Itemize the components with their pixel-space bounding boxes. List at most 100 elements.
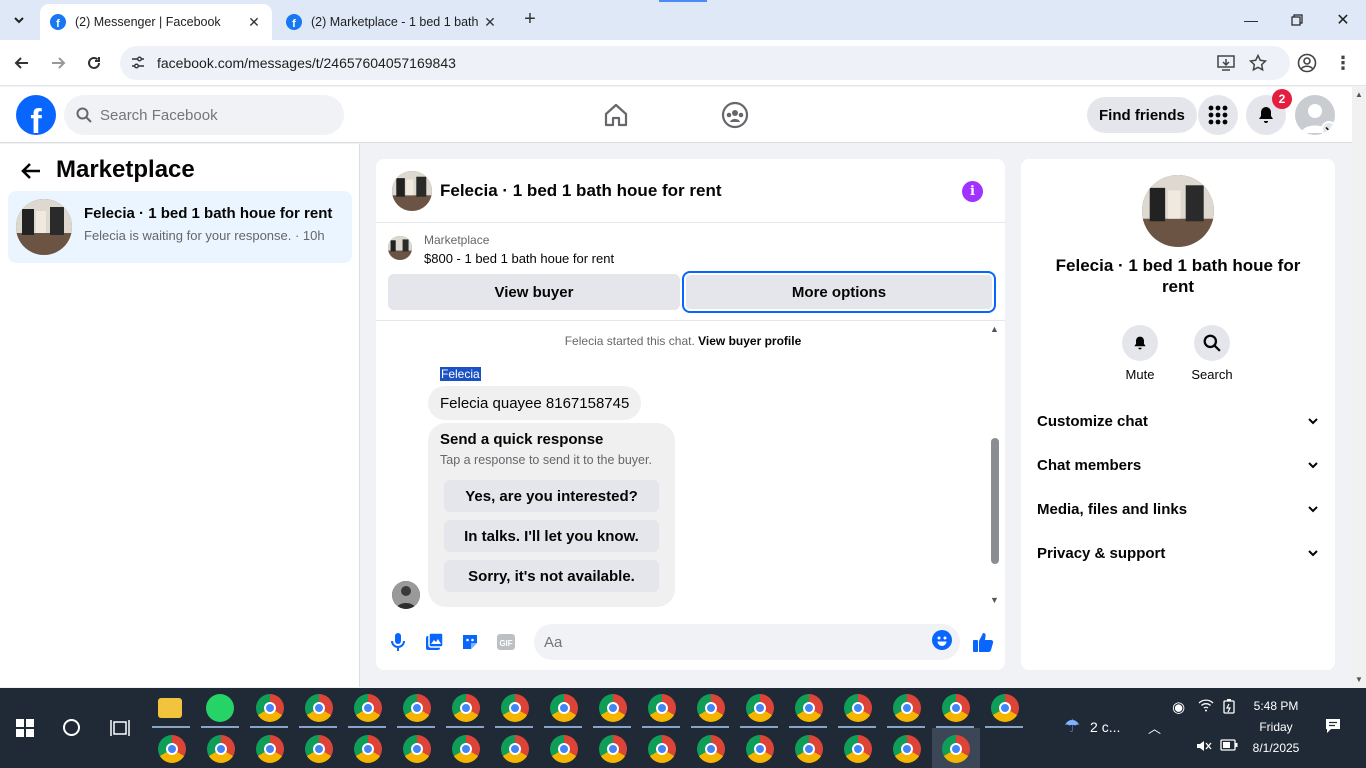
mute-action[interactable]: Mute [1110,325,1170,382]
sender-avatar[interactable] [392,581,420,609]
emoji-icon[interactable] [932,630,952,650]
chrome-icon[interactable] [403,735,431,763]
clock-day[interactable]: Friday [1240,720,1312,734]
new-tab-button[interactable]: + [518,8,542,32]
menu-grid-button[interactable] [1198,95,1238,135]
chat-thumbnail[interactable] [392,171,432,211]
chrome-icon[interactable] [452,694,480,722]
facebook-logo-icon[interactable]: f [16,95,56,135]
close-window-button[interactable]: ✕ [1320,0,1366,40]
photo-attach-icon[interactable] [422,630,446,654]
conversation-item[interactable]: Felecia · 1 bed 1 bath houe for rent Fel… [8,191,352,263]
chrome-icon[interactable] [697,735,725,763]
chrome-icon[interactable] [207,735,235,763]
message-input-box[interactable] [534,624,960,660]
view-buyer-profile-link[interactable]: View buyer profile [698,334,801,348]
chrome-icon[interactable] [599,694,627,722]
chat-scrollbar[interactable]: ▲ ▼ [988,322,1002,607]
scroll-up-icon[interactable]: ▲ [1355,90,1363,99]
chrome-icon[interactable] [893,694,921,722]
minimize-button[interactable]: — [1228,0,1274,40]
facebook-search[interactable] [64,95,344,135]
message-input[interactable] [544,633,904,651]
scroll-down-icon[interactable]: ▼ [990,595,999,605]
chrome-icon[interactable] [893,735,921,763]
close-tab-icon[interactable]: ✕ [246,14,262,31]
account-avatar[interactable] [1295,95,1335,135]
thumbs-up-icon[interactable] [971,630,995,654]
browser-menu-icon[interactable]: ⋮ [1333,53,1353,73]
scroll-down-icon[interactable]: ▼ [1355,675,1363,684]
battery-charging-icon[interactable] [1222,698,1236,717]
site-settings-icon[interactable] [130,55,146,71]
gif-icon[interactable]: GIF [494,630,518,654]
address-bar[interactable]: facebook.com/messages/t/2465760405716984… [120,46,1290,80]
chrome-icon[interactable] [256,694,284,722]
chrome-icon[interactable] [942,694,970,722]
facebook-search-input[interactable] [100,106,320,124]
chrome-icon[interactable] [354,694,382,722]
listing-price-title[interactable]: $800 - 1 bed 1 bath houe for rent [424,251,614,266]
maximize-button[interactable] [1274,0,1320,40]
task-view-icon[interactable] [110,719,130,737]
search-action[interactable]: Search [1182,325,1242,382]
chrome-icon[interactable] [795,694,823,722]
chrome-icon[interactable] [648,735,676,763]
whatsapp-icon[interactable] [206,694,234,722]
volume-muted-icon[interactable] [1196,739,1212,756]
chrome-icon[interactable] [501,735,529,763]
chrome-icon[interactable] [550,735,578,763]
quick-reply-not-available[interactable]: Sorry, it's not available. [444,560,659,592]
chrome-icon[interactable] [844,735,872,763]
chrome-icon[interactable] [648,694,676,722]
battery-icon[interactable] [1220,739,1238,754]
clock-date[interactable]: 8/1/2025 [1240,741,1312,755]
quick-reply-in-talks[interactable]: In talks. I'll let you know. [444,520,659,552]
chrome-icon[interactable] [403,694,431,722]
close-tab-icon[interactable]: ✕ [482,14,498,31]
chrome-icon[interactable] [844,694,872,722]
scroll-up-icon[interactable]: ▲ [990,324,999,334]
tab-messenger[interactable]: f (2) Messenger | Facebook ✕ [40,4,272,40]
chrome-icon[interactable] [158,735,186,763]
sticker-icon[interactable] [458,630,482,654]
action-center-icon[interactable] [1325,718,1341,737]
reload-button[interactable] [80,49,108,77]
tab-search-button[interactable] [6,8,32,32]
chrome-icon[interactable] [256,735,284,763]
chrome-icon[interactable] [991,694,1019,722]
chrome-icon[interactable] [452,735,480,763]
profile-icon[interactable] [1297,53,1317,73]
chrome-icon[interactable] [746,735,774,763]
quick-reply-interested[interactable]: Yes, are you interested? [444,480,659,512]
media-files-links-section[interactable]: Media, files and links [1037,497,1319,521]
home-nav-icon[interactable] [600,99,632,131]
back-arrow-icon[interactable] [20,160,42,182]
chrome-icon[interactable] [746,694,774,722]
chrome-icon[interactable] [354,735,382,763]
chat-header-name[interactable]: Felecia · 1 bed 1 bath houe for rent [440,181,722,201]
tab-marketplace[interactable]: f (2) Marketplace - 1 bed 1 bath h ✕ [276,4,508,40]
clock-time[interactable]: 5:48 PM [1240,699,1312,713]
install-app-icon[interactable] [1216,53,1236,73]
bookmark-star-icon[interactable] [1248,53,1268,73]
info-icon[interactable]: i [962,181,983,202]
microphone-icon[interactable] [386,630,410,654]
record-icon[interactable]: ◉ [1172,698,1185,716]
chrome-icon[interactable] [697,694,725,722]
scrollbar-thumb[interactable] [991,438,999,564]
groups-nav-icon[interactable] [719,99,751,131]
find-friends-button[interactable]: Find friends [1087,97,1197,133]
wifi-icon[interactable] [1198,698,1214,715]
view-buyer-button[interactable]: View buyer [388,274,680,310]
chrome-icon[interactable] [305,694,333,722]
chrome-icon[interactable] [501,694,529,722]
chat-members-section[interactable]: Chat members [1037,453,1319,477]
windows-start-icon[interactable] [16,719,34,737]
chrome-icon[interactable] [599,735,627,763]
page-scrollbar[interactable]: ▲ ▼ [1352,87,1366,687]
chrome-icon[interactable] [550,694,578,722]
back-button[interactable] [8,49,36,77]
cortana-search-icon[interactable] [63,719,80,736]
forward-button[interactable] [44,49,72,77]
